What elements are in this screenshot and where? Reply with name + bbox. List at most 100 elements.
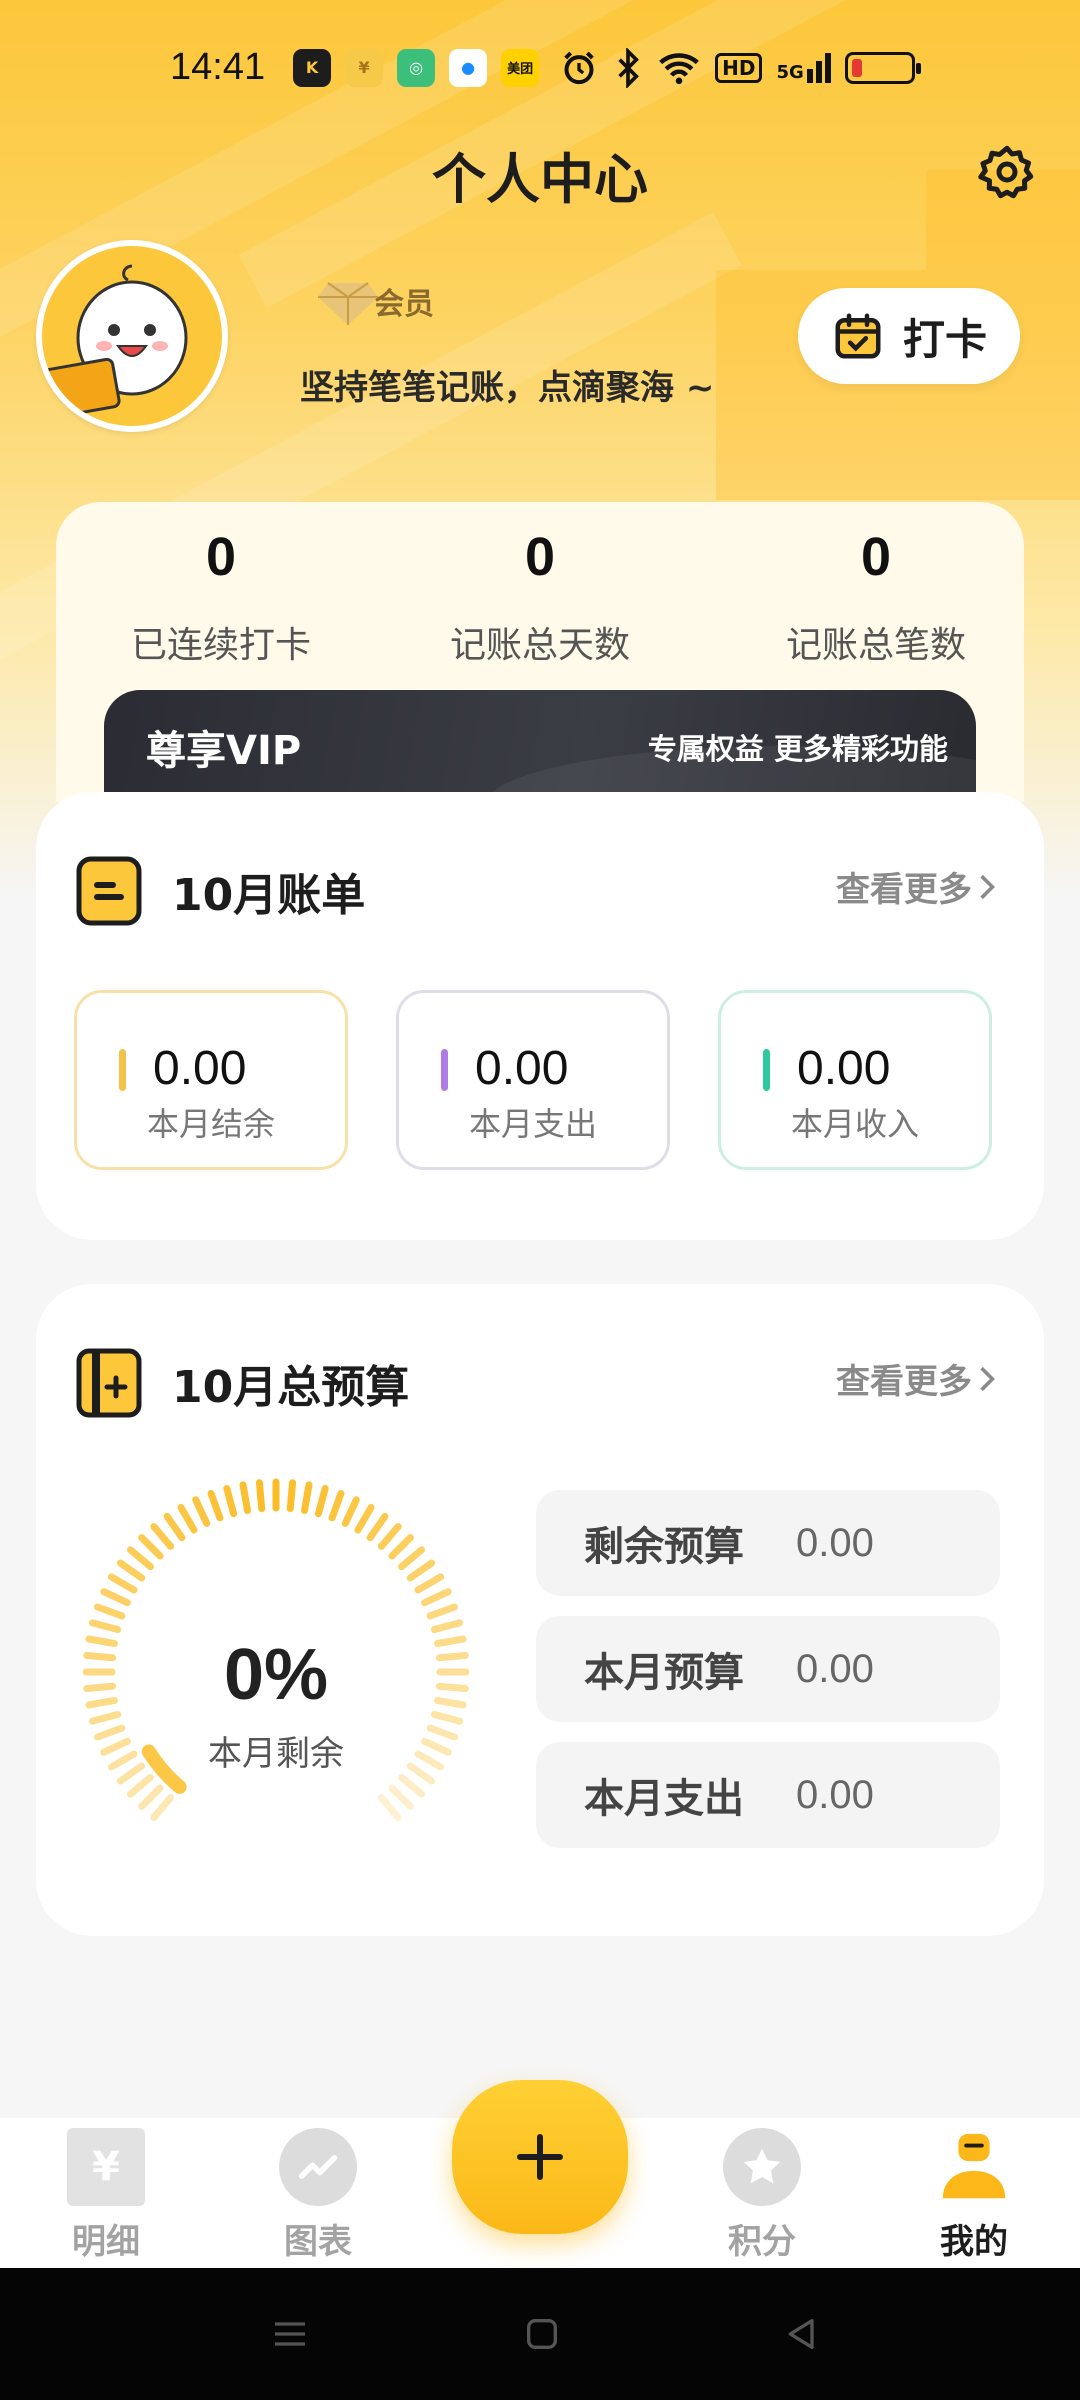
vip-title: 尊享VIP bbox=[146, 728, 302, 774]
gauge-tick bbox=[388, 1534, 414, 1560]
expense-value: 0.00 bbox=[475, 1042, 569, 1095]
stat-label: 记账总天数 bbox=[449, 625, 630, 666]
gauge-tick bbox=[300, 1481, 313, 1514]
see-more-label: 查看更多 bbox=[836, 870, 972, 910]
monthly-budget-row: 本月预算 0.00 bbox=[536, 1616, 1000, 1722]
gauge-tick bbox=[286, 1479, 297, 1513]
avatar[interactable] bbox=[36, 240, 228, 432]
fingerprint-app-icon: ◎ bbox=[397, 48, 436, 87]
bill-income-box[interactable]: 0.00 本月收入 bbox=[718, 990, 992, 1170]
gauge-tick bbox=[314, 1484, 329, 1518]
remaining-budget-row: 剩余预算 0.00 bbox=[536, 1490, 1000, 1596]
bill-icon bbox=[76, 856, 142, 926]
monthly-budget-card: 10月总预算 查看更多 0% 本月剩余 剩余预算 0.00 本月预算 0.00 … bbox=[36, 1284, 1044, 1936]
gauge-tick bbox=[223, 1484, 238, 1518]
budget-book-icon bbox=[76, 1348, 142, 1418]
remaining-budget-label: 剩余预算 bbox=[584, 1524, 744, 1570]
stat-total-entries: 0 记账总笔数 bbox=[736, 526, 1016, 668]
budget-percent: 0% bbox=[223, 1635, 329, 1715]
hd-badge: HD bbox=[715, 52, 763, 83]
gauge-tick bbox=[107, 1573, 138, 1594]
gauge-tick bbox=[93, 1603, 126, 1620]
gauge-tick bbox=[88, 1619, 122, 1634]
checkin-button[interactable]: 打卡 bbox=[798, 288, 1020, 384]
bill-balance-box[interactable]: 0.00 本月结余 bbox=[74, 990, 348, 1170]
gauge-tick bbox=[398, 1773, 426, 1798]
system-status: HD 5G bbox=[559, 47, 921, 88]
gauge-tick bbox=[239, 1481, 252, 1514]
budget-see-more-link[interactable]: 查看更多 bbox=[836, 1354, 996, 1403]
profile-icon bbox=[935, 2128, 1013, 2206]
gauge-tick bbox=[377, 1522, 402, 1550]
page-title: 个人中心 bbox=[432, 148, 648, 211]
chart-icon bbox=[279, 2128, 357, 2206]
gauge-tick bbox=[138, 1784, 164, 1810]
nav-label: 积分 bbox=[728, 2222, 796, 2262]
stat-streak: 0 已连续打卡 bbox=[81, 526, 361, 668]
monthly-budget-label: 本月预算 bbox=[584, 1650, 744, 1696]
monthly-expense-value: 0.00 bbox=[796, 1772, 874, 1817]
gauge-tick bbox=[126, 1546, 154, 1571]
meituan-app-icon: 美团 bbox=[501, 48, 540, 87]
income-indicator bbox=[763, 1049, 770, 1091]
gauge-tick bbox=[377, 1794, 402, 1822]
member-label: 会员 bbox=[374, 287, 434, 322]
gauge-tick bbox=[414, 1573, 445, 1594]
gauge-tick bbox=[138, 1534, 164, 1560]
monthly-expense-label: 本月支出 bbox=[584, 1776, 744, 1822]
bill-expense-box[interactable]: 0.00 本月支出 bbox=[396, 990, 670, 1170]
stat-label: 记账总笔数 bbox=[785, 625, 966, 666]
chevron-right-icon bbox=[980, 1366, 995, 1391]
alarm-icon bbox=[564, 51, 594, 84]
add-record-button[interactable] bbox=[452, 2080, 628, 2234]
user-motto: 坚持笔笔记账，点滴聚海 ~ bbox=[300, 368, 715, 408]
plus-icon bbox=[517, 2134, 563, 2180]
gear-icon bbox=[978, 145, 1034, 199]
menu-icon[interactable] bbox=[270, 2314, 310, 2354]
bill-card-header: 10月账单 bbox=[76, 856, 365, 926]
budget-title: 10月总预算 bbox=[172, 1362, 410, 1413]
monthly-expense-row: 本月支出 0.00 bbox=[536, 1742, 1000, 1848]
stat-label: 已连续打卡 bbox=[130, 625, 311, 666]
gauge-tick bbox=[150, 1522, 175, 1550]
bluetooth-icon bbox=[618, 47, 640, 88]
gauge-tick bbox=[421, 1588, 452, 1607]
nav-item-details[interactable]: ¥ 明细 bbox=[36, 2128, 176, 2263]
gauge-tick bbox=[116, 1559, 146, 1582]
star-icon bbox=[723, 2128, 801, 2206]
expense-label: 本月支出 bbox=[469, 1105, 598, 1143]
gauge-tick bbox=[354, 1503, 375, 1534]
balance-indicator bbox=[119, 1049, 126, 1091]
back-icon[interactable] bbox=[782, 2314, 822, 2354]
home-icon[interactable] bbox=[522, 2314, 562, 2354]
member-badge[interactable]: 会员 bbox=[318, 275, 450, 327]
diamond-icon bbox=[318, 282, 378, 325]
nav-item-charts[interactable]: 图表 bbox=[248, 2128, 388, 2263]
gauge-tick bbox=[328, 1489, 345, 1522]
ledger-icon: ¥ bbox=[67, 2128, 145, 2206]
nav-label: 明细 bbox=[72, 2222, 140, 2262]
gauge-tick bbox=[388, 1784, 414, 1810]
vip-banner[interactable]: 尊享VIP 专属权益 更多精彩功能 bbox=[104, 690, 976, 800]
settings-button[interactable] bbox=[975, 140, 1039, 204]
signal-label: 5G bbox=[776, 61, 804, 83]
yuan-app-icon: ¥ bbox=[345, 48, 384, 87]
gauge-tick bbox=[126, 1773, 154, 1798]
checkin-label: 打卡 bbox=[902, 314, 987, 364]
mascot-avatar-icon bbox=[42, 246, 222, 426]
nav-item-mine[interactable]: 我的 bbox=[904, 2128, 1044, 2263]
gauge-tick bbox=[100, 1588, 131, 1607]
gauge-tick bbox=[192, 1496, 211, 1527]
gauge-tick bbox=[341, 1496, 360, 1527]
nav-item-points[interactable]: 积分 bbox=[692, 2128, 832, 2263]
monthly-budget-value: 0.00 bbox=[796, 1646, 874, 1691]
stat-value: 0 bbox=[524, 527, 556, 587]
status-bar: 14:41 K ¥ ◎ ● 美团 HD 5G bbox=[0, 0, 1080, 135]
gauge-tick bbox=[426, 1603, 459, 1620]
expense-indicator bbox=[441, 1049, 448, 1091]
nav-label: 我的 bbox=[940, 2222, 1008, 2262]
gauge-tick bbox=[177, 1503, 198, 1534]
income-value: 0.00 bbox=[797, 1042, 891, 1095]
bill-title: 10月账单 bbox=[172, 870, 366, 921]
bill-see-more-link[interactable]: 查看更多 bbox=[836, 862, 996, 911]
